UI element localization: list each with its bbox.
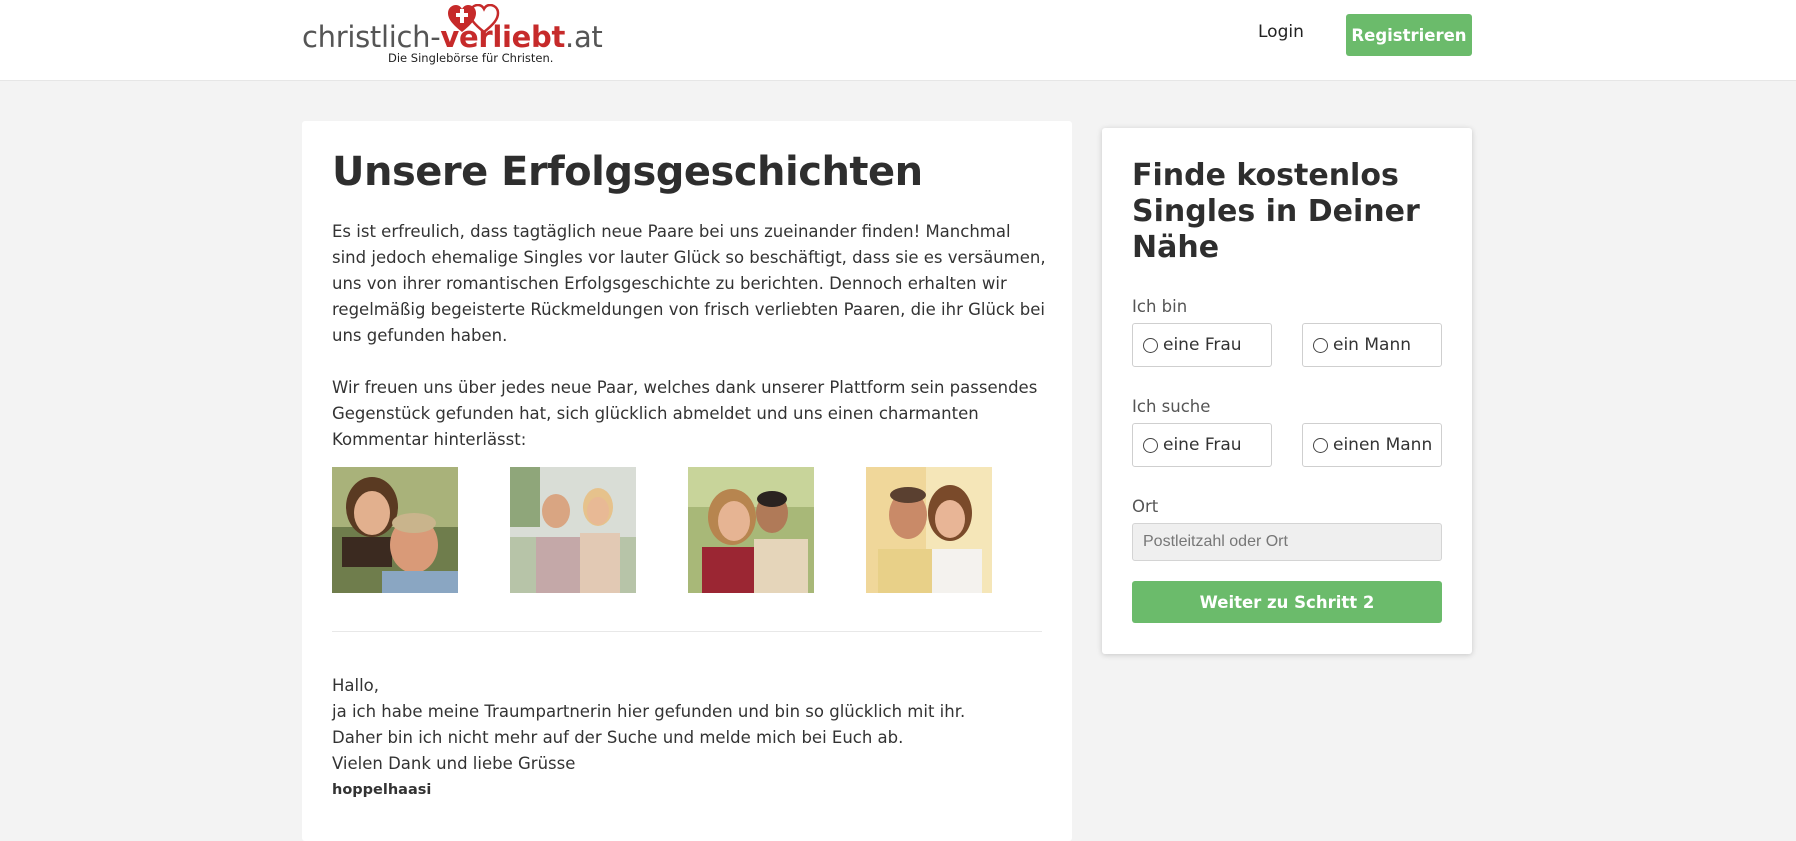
- story-line: Vielen Dank und liebe Grüsse: [332, 754, 576, 773]
- signup-form-card: Finde kostenlos Singles in Deiner Nähe I…: [1102, 128, 1472, 654]
- radio-label: eine Frau: [1163, 335, 1242, 355]
- iam-label: Ich bin: [1132, 297, 1188, 316]
- seek-man-radio[interactable]: einen Mann: [1302, 423, 1442, 467]
- intro-text: Es ist erfreulich, dass tagtäglich neue …: [332, 219, 1047, 479]
- radio-circle-icon[interactable]: [1313, 437, 1328, 453]
- story-line: Daher bin ich nicht mehr auf der Suche u…: [332, 728, 904, 747]
- story-line: ja ich habe meine Traumpartnerin hier ge…: [332, 702, 966, 721]
- logo-tagline: Die Singlebörse für Christen.: [388, 51, 554, 65]
- seek-label: Ich suche: [1132, 397, 1211, 416]
- story-line: Hallo,: [332, 676, 380, 695]
- couple-photo[interactable]: [510, 467, 636, 593]
- intro-paragraph: Es ist erfreulich, dass tagtäglich neue …: [332, 222, 1046, 345]
- radio-label: einen Mann: [1333, 435, 1433, 455]
- radio-circle-icon[interactable]: [1143, 437, 1158, 453]
- radio-label: eine Frau: [1163, 435, 1242, 455]
- logo-wordmark: christlich-verliebt.at: [302, 20, 603, 54]
- intro-paragraph: Wir freuen uns über jedes neue Paar, wel…: [332, 378, 1038, 449]
- section-divider: [332, 631, 1042, 632]
- location-label: Ort: [1132, 497, 1159, 516]
- iam-man-radio[interactable]: ein Mann: [1302, 323, 1442, 367]
- seek-woman-radio[interactable]: eine Frau: [1132, 423, 1272, 467]
- next-step-button[interactable]: Weiter zu Schritt 2: [1132, 581, 1442, 623]
- page-title: Unsere Erfolgsgeschichten: [332, 149, 923, 195]
- iam-woman-radio[interactable]: eine Frau: [1132, 323, 1272, 367]
- radio-circle-icon[interactable]: [1313, 337, 1328, 353]
- success-stories-card: Unsere Erfolgsgeschichten Es ist erfreul…: [302, 121, 1072, 841]
- radio-circle-icon[interactable]: [1143, 337, 1158, 353]
- couple-photo[interactable]: [332, 467, 458, 593]
- login-link[interactable]: Login: [1258, 22, 1304, 48]
- location-input[interactable]: [1132, 523, 1442, 561]
- register-button[interactable]: Registrieren: [1346, 14, 1472, 56]
- couple-photo[interactable]: [866, 467, 992, 593]
- radio-label: ein Mann: [1333, 335, 1411, 355]
- couple-photo[interactable]: [688, 467, 814, 593]
- signup-title: Finde kostenlos Singles in Deiner Nähe: [1132, 158, 1420, 265]
- site-header: christlich-verliebt.at Die Singlebörse f…: [0, 0, 1796, 81]
- site-logo[interactable]: christlich-verliebt.at Die Singlebörse f…: [302, 4, 603, 69]
- story-author: hoppelhaasi: [332, 782, 432, 798]
- success-story: Hallo, ja ich habe meine Traumpartnerin …: [332, 673, 1047, 803]
